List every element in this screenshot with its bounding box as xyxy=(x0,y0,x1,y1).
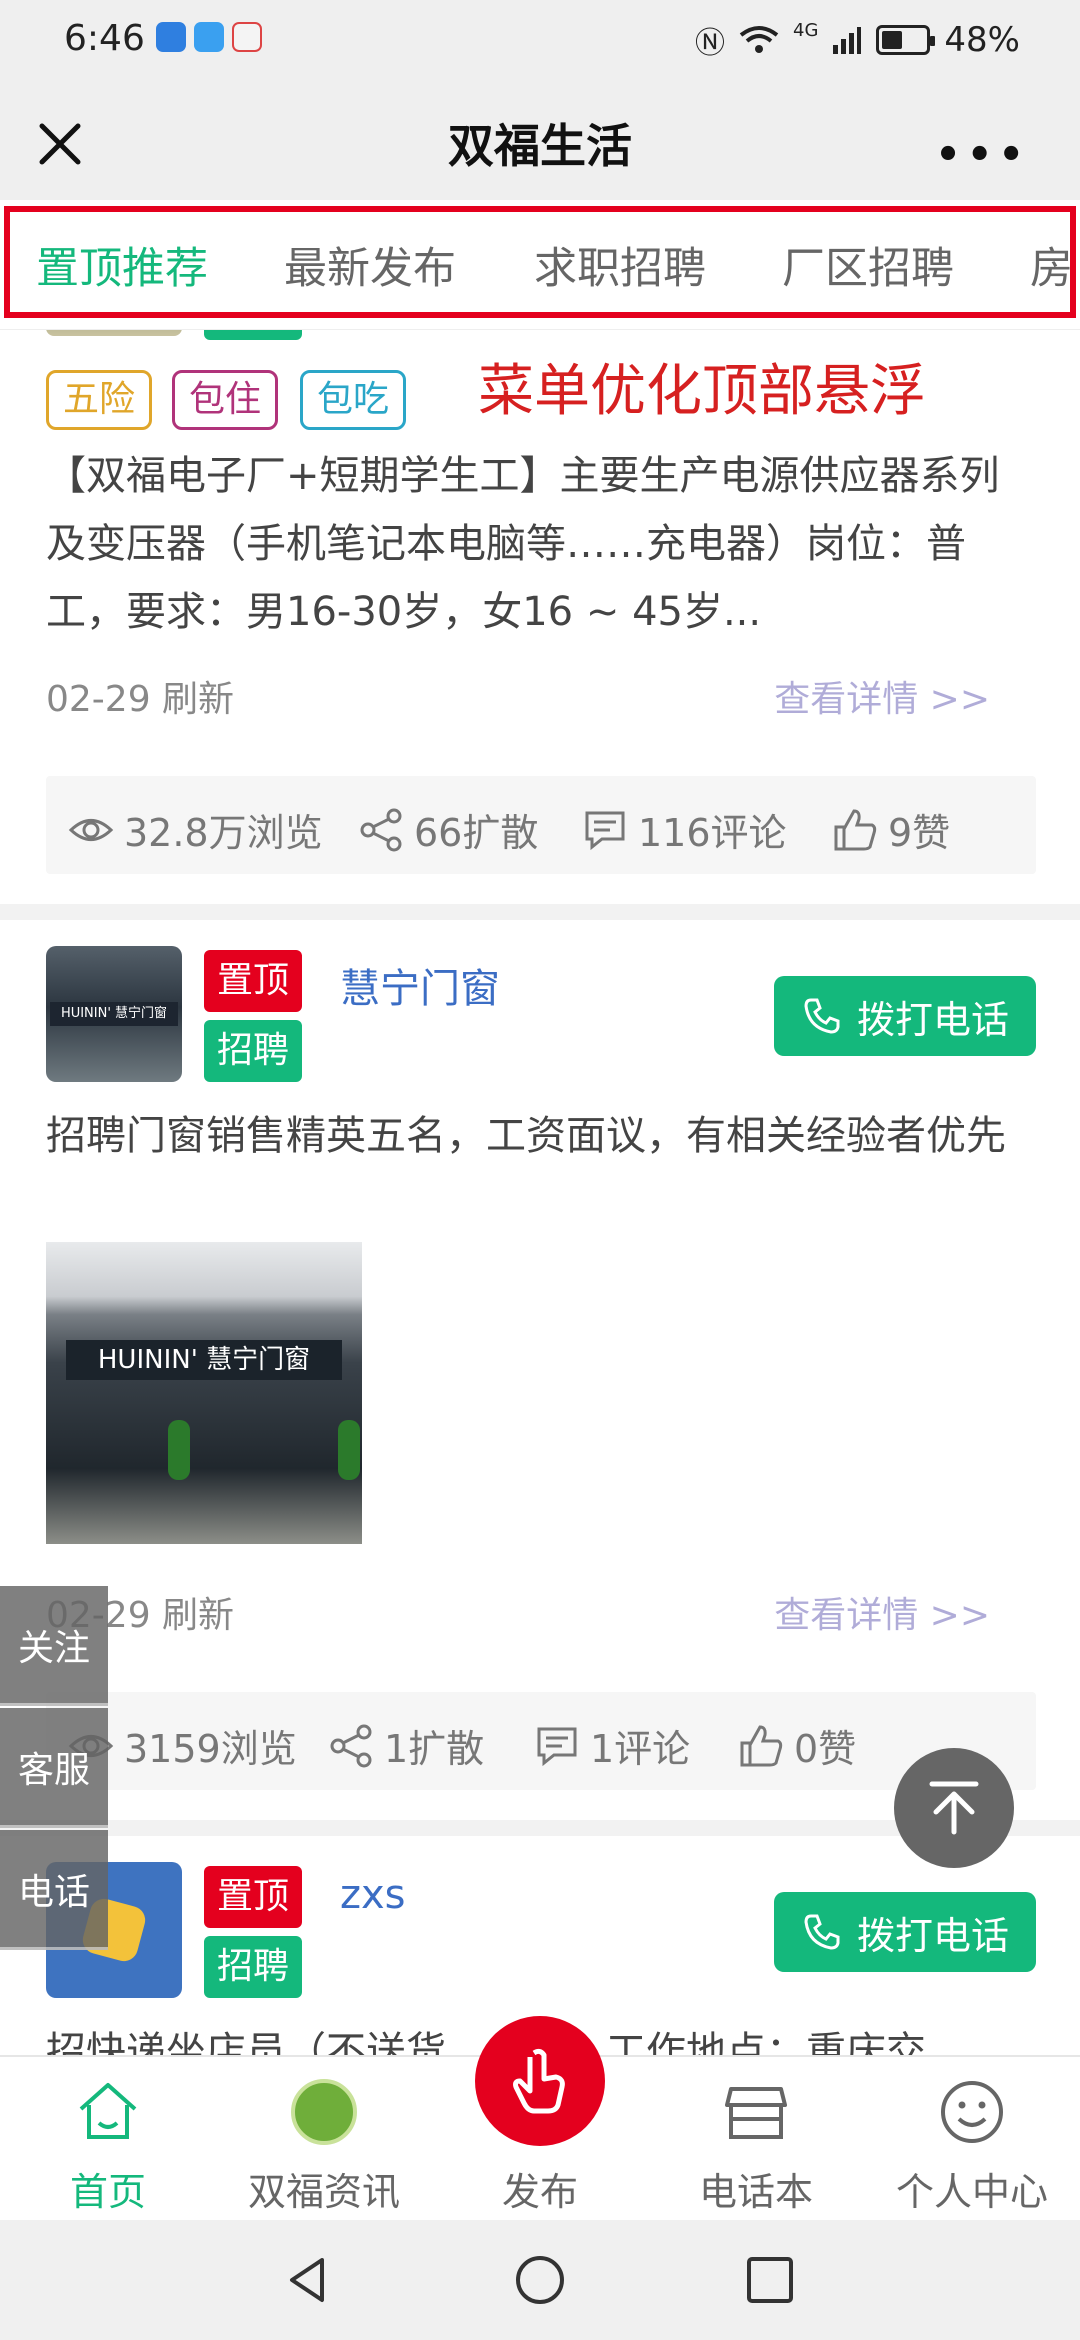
share-icon xyxy=(330,1724,372,1767)
nav-news-label: 双福资讯 xyxy=(247,2170,400,2214)
post2-photo[interactable]: HUININ' 慧宁门窗 xyxy=(46,1242,362,1544)
call-button-label: 拨打电话 xyxy=(856,997,1009,1042)
system-nav-bar xyxy=(0,2220,1080,2340)
tag-meals: 包吃 xyxy=(300,370,407,430)
pinned-badge: 置顶 xyxy=(204,950,302,1012)
views-count: 3159浏览 xyxy=(124,1727,297,1771)
store-icon xyxy=(725,2087,787,2139)
status-bar: 6:46 Ⓝ 4G 48% xyxy=(0,0,1080,80)
annotation-text: 菜单优化顶部悬浮 xyxy=(478,359,926,424)
likes-stat[interactable]: 0赞 xyxy=(738,1718,856,1773)
home-icon xyxy=(79,2083,137,2139)
category-tabs: 置顶推荐 最新发布 求职招聘 厂区招聘 房 xyxy=(0,200,1080,330)
thumbs-up-icon xyxy=(740,1724,783,1766)
comments-stat[interactable]: 1评论 xyxy=(534,1718,690,1773)
hiring-badge: 招聘 xyxy=(204,1020,302,1082)
post2-stats-bar: 3159浏览 1扩散 1评论 0赞 xyxy=(46,1692,1036,1790)
publish-button[interactable] xyxy=(475,2016,605,2146)
network-type: 4G xyxy=(793,19,819,41)
notification-cloud-icon xyxy=(194,22,224,52)
likes-stat[interactable]: 9赞 xyxy=(832,802,950,857)
photo-sign: HUININ' 慧宁门窗 xyxy=(66,1340,342,1380)
news-icon xyxy=(291,2079,357,2145)
shares-count: 66扩散 xyxy=(414,811,539,855)
smiley-icon xyxy=(941,2081,1003,2143)
call-button[interactable]: 拨打电话 xyxy=(774,1892,1036,1972)
phone-button[interactable]: 电话 xyxy=(0,1830,108,1950)
highlight-frame xyxy=(4,206,1076,318)
photo-plant-right xyxy=(338,1420,360,1480)
call-button-label: 拨打电话 xyxy=(856,1913,1009,1958)
share-icon xyxy=(360,808,402,851)
battery-fill xyxy=(882,31,903,49)
thumbs-up-icon xyxy=(834,808,877,850)
eye-icon xyxy=(68,818,114,841)
wifi-icon xyxy=(739,26,779,53)
post3-poster-name[interactable]: zxs xyxy=(340,1872,406,1918)
nav-profile-label: 个人中心 xyxy=(895,2170,1048,2214)
post2-detail-link[interactable]: 查看详情 >> xyxy=(774,1586,990,1638)
nfc-icon: Ⓝ xyxy=(695,26,726,61)
app-header: 双福生活 ••• xyxy=(0,80,1080,200)
comments-stat[interactable]: 116评论 xyxy=(582,802,787,857)
back-icon[interactable] xyxy=(282,2254,334,2306)
post1-stats-bar: 32.8万浏览 66扩散 116评论 9赞 xyxy=(46,776,1036,874)
post1-thumb-partial xyxy=(46,330,182,336)
views-count: 32.8万浏览 xyxy=(124,811,323,855)
battery-icon xyxy=(876,25,936,55)
likes-count: 0赞 xyxy=(794,1727,857,1771)
notification-bulb-icon xyxy=(156,22,186,52)
tag-housing: 包住 xyxy=(172,370,279,430)
post1-refresh-time: 02-29 刷新 xyxy=(46,679,235,720)
nav-home-label: 首页 xyxy=(69,2170,146,2214)
nav-publish-label: 发布 xyxy=(501,2170,578,2214)
customer-service-button[interactable]: 客服 xyxy=(0,1708,108,1828)
nav-news[interactable]: 双福资讯 xyxy=(216,2057,432,2222)
tag-insurance: 五险 xyxy=(46,370,153,430)
comments-count: 1评论 xyxy=(590,1727,691,1771)
battery-percent: 48% xyxy=(944,20,1020,60)
post1-badge-partial xyxy=(204,330,302,340)
likes-count: 9赞 xyxy=(888,811,951,855)
nav-profile[interactable]: 个人中心 xyxy=(864,2057,1080,2222)
nav-phonebook[interactable]: 电话本 xyxy=(648,2057,864,2222)
page-title: 双福生活 xyxy=(448,119,632,173)
post1-description[interactable]: 【双福电子厂+短期学生工】主要生产电源供应器系列及变压器（手机笔记本电脑等……充… xyxy=(46,442,1036,646)
signal-icon xyxy=(833,27,862,54)
notification-app-icon xyxy=(232,22,262,52)
shares-count: 1扩散 xyxy=(384,1727,485,1771)
more-menu-icon[interactable]: ••• xyxy=(935,132,1030,178)
follow-button[interactable]: 关注 xyxy=(0,1586,108,1706)
shares-stat[interactable]: 1扩散 xyxy=(328,1718,484,1773)
publish-hand-icon xyxy=(513,2048,565,2114)
nav-phonebook-label: 电话本 xyxy=(698,2170,813,2214)
status-right: Ⓝ 4G 48% xyxy=(695,18,1020,62)
phone-icon xyxy=(804,998,840,1034)
post2-thumbnail[interactable]: HUININ' 慧宁门窗 xyxy=(46,946,182,1082)
pinned-badge: 置顶 xyxy=(204,1866,302,1928)
comments-count: 116评论 xyxy=(638,811,787,855)
post1-detail-link[interactable]: 查看详情 >> xyxy=(774,670,990,722)
comment-icon xyxy=(585,811,625,850)
post2-thumb-text: HUININ' 慧宁门窗 xyxy=(50,1002,178,1026)
post2-description[interactable]: 招聘门窗销售精英五名，工资面议，有相关经验者优先 xyxy=(46,1102,1036,1170)
recents-icon[interactable] xyxy=(744,2254,796,2306)
comment-icon xyxy=(537,1727,577,1766)
status-time: 6:46 xyxy=(64,18,145,59)
arrow-up-icon xyxy=(929,1781,979,1835)
call-button[interactable]: 拨打电话 xyxy=(774,976,1036,1056)
phone-icon xyxy=(804,1914,840,1950)
post2-poster-name[interactable]: 慧宁门窗 xyxy=(340,956,500,1014)
back-to-top-button[interactable] xyxy=(894,1748,1014,1868)
hiring-badge: 招聘 xyxy=(204,1936,302,1998)
views-stat: 32.8万浏览 xyxy=(68,802,323,857)
photo-plant-left xyxy=(168,1420,190,1480)
shares-stat[interactable]: 66扩散 xyxy=(358,802,538,857)
nav-home[interactable]: 首页 xyxy=(0,2057,216,2222)
card-separator xyxy=(0,904,1080,920)
home-circle-icon[interactable] xyxy=(514,2254,566,2306)
